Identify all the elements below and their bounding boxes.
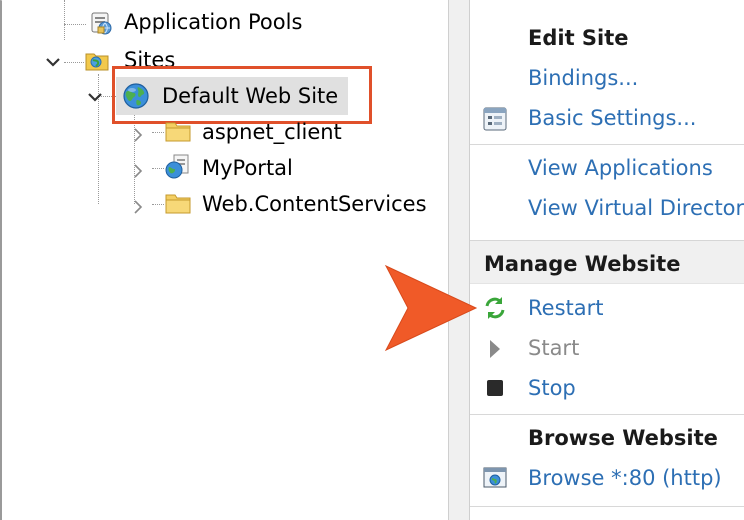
stop-link[interactable]: Stop <box>528 378 576 399</box>
settings-doc-icon <box>482 106 507 131</box>
browse-80-link[interactable]: Browse *:80 (http) <box>528 468 722 489</box>
folder-icon <box>164 119 191 143</box>
actions-pane: Edit Site Bindings... Basic Settings... … <box>470 0 744 520</box>
tree-guide-line <box>152 168 164 169</box>
tree-item-application-pools[interactable]: Application Pools <box>124 6 302 38</box>
separator <box>470 144 744 145</box>
tree-guide-line <box>64 62 84 63</box>
tree-item-aspnet-client[interactable]: aspnet_client <box>202 116 342 148</box>
connections-tree: Application Pools Sites Default Web Site <box>2 0 448 520</box>
sites-folder-icon <box>84 47 109 71</box>
tree-item-label: aspnet_client <box>202 119 342 144</box>
pane-splitter[interactable] <box>448 0 470 520</box>
view-virtual-directories-link[interactable]: View Virtual Directories <box>528 198 744 219</box>
tree-item-label: MyPortal <box>202 155 293 180</box>
tree-guide-line <box>152 132 164 133</box>
folder-icon <box>164 191 191 215</box>
chevron-right-icon[interactable] <box>132 164 144 178</box>
edit-site-header: Edit Site <box>528 26 629 50</box>
start-link[interactable]: Start <box>528 338 579 359</box>
separator <box>470 506 744 507</box>
tree-item-web-contentservices[interactable]: Web.ContentServices <box>202 188 427 220</box>
tree-item-label: Application Pools <box>124 9 303 34</box>
stop-icon <box>482 376 506 400</box>
browse-website-header: Browse Website <box>528 426 718 450</box>
app-pool-icon <box>88 10 112 35</box>
web-app-icon <box>164 153 189 179</box>
chevron-right-icon[interactable] <box>132 128 144 142</box>
chevron-down-icon[interactable] <box>88 91 102 103</box>
callout-arrow-icon <box>372 262 480 354</box>
tree-guide-line <box>152 204 164 205</box>
restart-icon <box>482 295 506 319</box>
chevron-right-icon[interactable] <box>132 200 144 214</box>
start-icon <box>482 336 506 360</box>
tree-item-label: Web.ContentServices <box>202 191 427 216</box>
tree-guide-line <box>64 24 86 25</box>
bindings-link[interactable]: Bindings... <box>528 68 638 89</box>
tree-guide-line <box>64 0 65 40</box>
basic-settings-link[interactable]: Basic Settings... <box>528 108 696 129</box>
restart-link[interactable]: Restart <box>528 298 603 319</box>
manage-website-header: Manage Website <box>484 252 681 276</box>
manage-website-section-header[interactable]: Manage Website <box>470 240 744 284</box>
browse-icon <box>482 465 507 489</box>
view-applications-link[interactable]: View Applications <box>528 158 713 179</box>
chevron-down-icon[interactable] <box>46 56 60 68</box>
separator <box>470 414 744 415</box>
tree-item-myportal[interactable]: MyPortal <box>202 152 293 184</box>
